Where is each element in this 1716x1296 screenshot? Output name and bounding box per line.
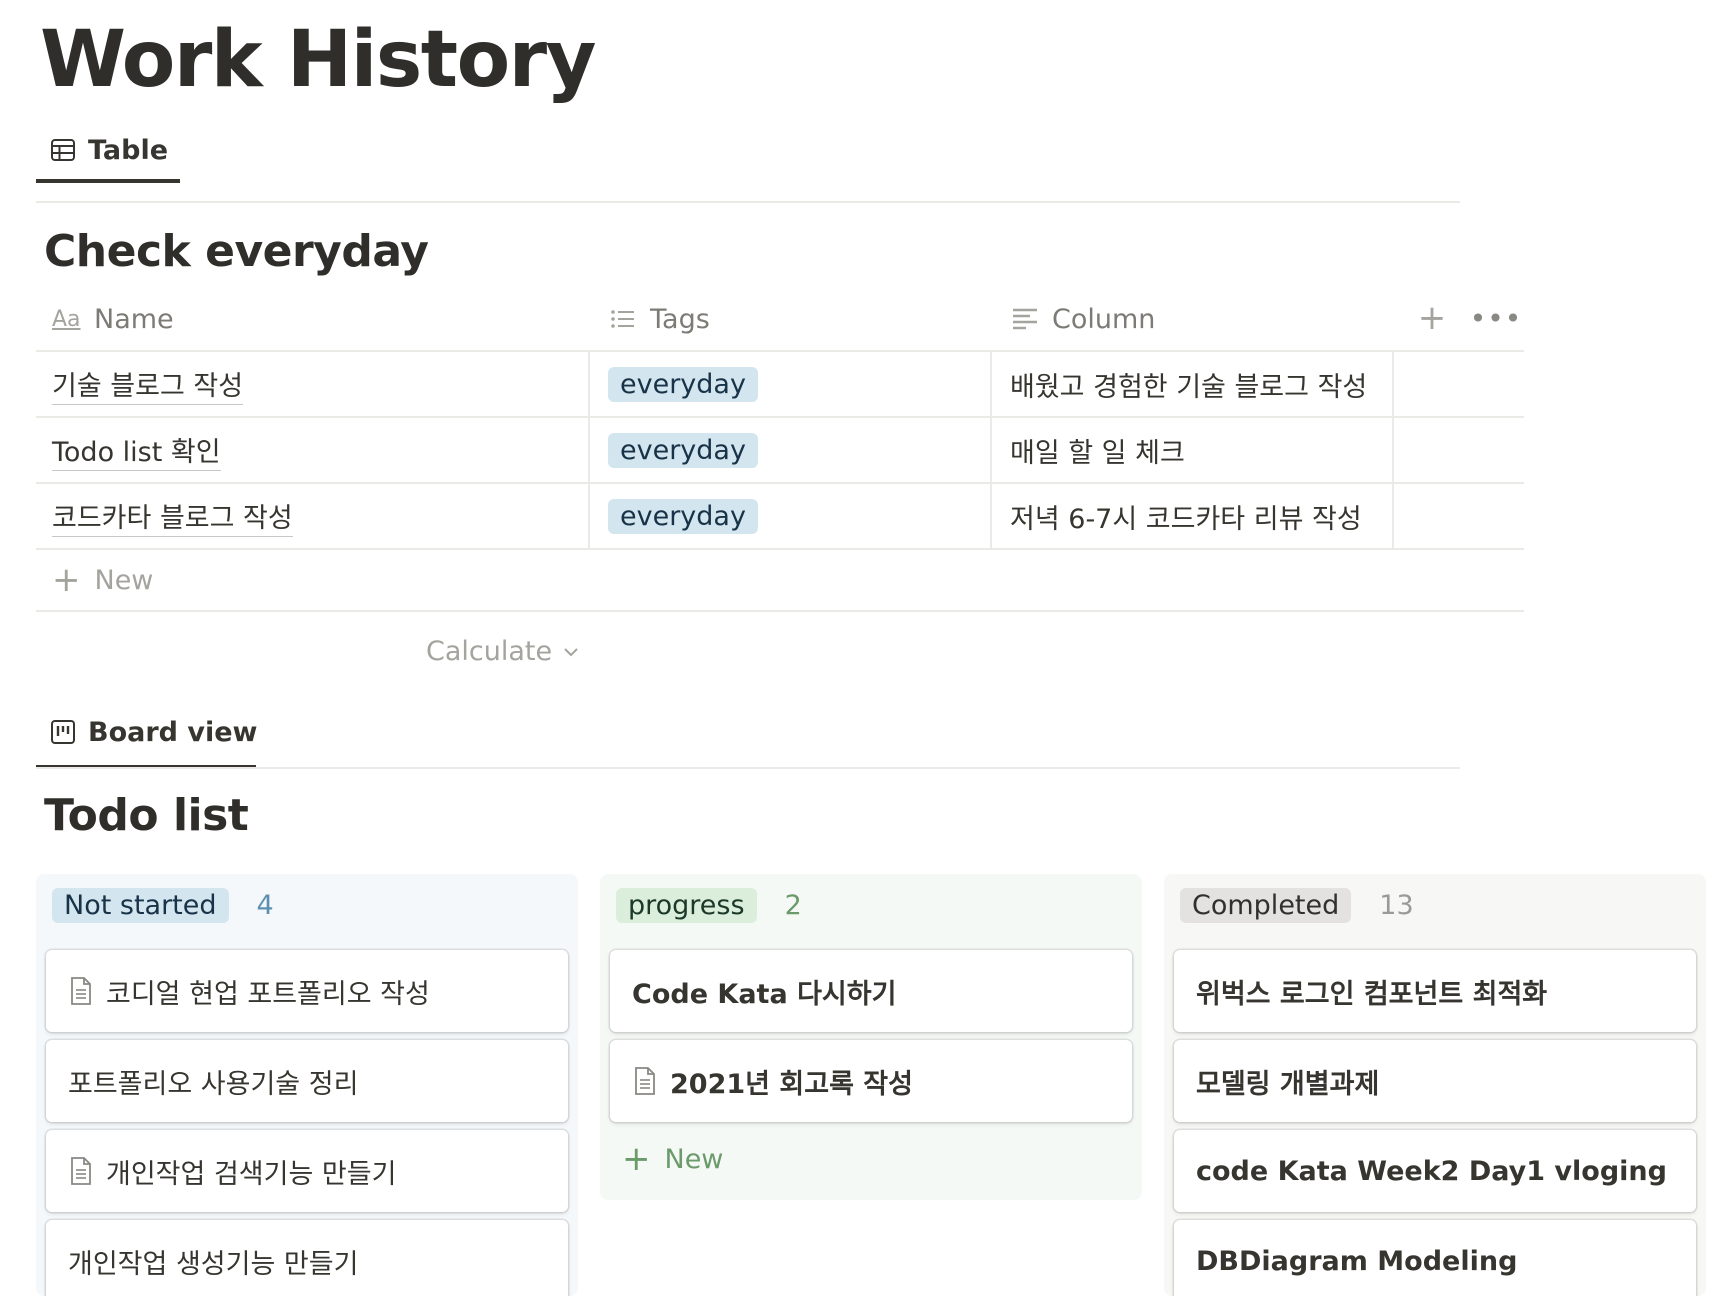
- column-header-name[interactable]: Aa Name: [52, 286, 174, 352]
- chevron-down-icon: [564, 647, 578, 656]
- status-label: Not started: [52, 888, 229, 923]
- card-title: 위벅스 로그인 컴포넌트 최적화: [1196, 978, 1548, 1010]
- row-name-text: Todo list 확인: [52, 430, 221, 471]
- row-name-text: 코드카타 블로그 작성: [52, 496, 293, 537]
- card-title: code Kata Week2 Day1 vloging: [1196, 1155, 1667, 1187]
- board-card[interactable]: 위벅스 로그인 컴포넌트 최적화: [1174, 950, 1696, 1032]
- card-title: 개인작업 생성기능 만들기: [68, 1248, 359, 1280]
- column-header-tags[interactable]: Tags: [608, 286, 710, 352]
- tab-board-view[interactable]: Board view: [36, 702, 272, 762]
- card-title: DBDiagram Modeling: [1196, 1245, 1518, 1277]
- cell-column[interactable]: 매일 할 일 체크: [994, 418, 1394, 482]
- board-card[interactable]: Code Kata 다시하기: [610, 950, 1132, 1032]
- document-icon: [635, 1067, 655, 1095]
- table-header: Aa Name Tags Column + •••: [36, 286, 1524, 352]
- tab-table-label: Table: [88, 134, 169, 166]
- status-label: progress: [616, 888, 757, 923]
- board-card[interactable]: 개인작업 생성기능 만들기: [46, 1220, 568, 1296]
- cell-tags[interactable]: everyday: [592, 352, 992, 416]
- add-property-icon[interactable]: +: [1412, 298, 1452, 338]
- cell-name[interactable]: 기술 블로그 작성: [36, 352, 590, 416]
- card-title: 모델링 개별과제: [1196, 1068, 1380, 1100]
- column-header[interactable]: Not started 4: [52, 888, 274, 923]
- new-row-button[interactable]: + New: [36, 550, 1524, 612]
- new-card-label: New: [664, 1143, 724, 1175]
- table-icon: [51, 139, 75, 161]
- page-title: Work History: [40, 15, 596, 105]
- board-card[interactable]: 모델링 개별과제: [1174, 1040, 1696, 1122]
- column-header-name-label: Name: [94, 303, 174, 335]
- board-card[interactable]: 포트폴리오 사용기술 정리: [46, 1040, 568, 1122]
- board-column-completed: Completed 13 위벅스 로그인 컴포넌트 최적화 모델링 개별과제 c…: [1164, 874, 1706, 1296]
- more-options-icon[interactable]: •••: [1470, 298, 1522, 338]
- board-card[interactable]: code Kata Week2 Day1 vloging: [1174, 1130, 1696, 1212]
- card-title: 개인작업 검색기능 만들기: [106, 1158, 397, 1190]
- plus-icon: +: [622, 1139, 651, 1179]
- card-title: 2021년 회고록 작성: [670, 1068, 913, 1100]
- view-divider: [36, 767, 1460, 769]
- table-view-title: Check everyday: [44, 226, 429, 277]
- tag-badge: everyday: [608, 366, 758, 402]
- tag-badge: everyday: [608, 432, 758, 468]
- plus-icon: +: [52, 560, 81, 600]
- column-header-column-label: Column: [1052, 303, 1156, 335]
- board-card[interactable]: DBDiagram Modeling: [1174, 1220, 1696, 1296]
- status-label: Completed: [1180, 888, 1352, 923]
- table-row[interactable]: Todo list 확인 everyday 매일 할 일 체크: [36, 418, 1524, 484]
- cell-column[interactable]: 저녁 6-7시 코드카타 리뷰 작성: [994, 484, 1394, 548]
- column-header[interactable]: progress 2: [616, 888, 802, 923]
- table-row[interactable]: 코드카타 블로그 작성 everyday 저녁 6-7시 코드카타 리뷰 작성: [36, 484, 1524, 550]
- column-header-tags-label: Tags: [650, 303, 710, 335]
- card-title: 포트폴리오 사용기술 정리: [68, 1068, 359, 1100]
- column-header-column[interactable]: Column: [1010, 286, 1155, 352]
- cell-tags[interactable]: everyday: [592, 484, 992, 548]
- view-divider: [36, 201, 1460, 203]
- list-icon: [611, 310, 634, 328]
- tab-table-underline: [36, 179, 180, 183]
- document-icon: [71, 977, 91, 1005]
- document-icon: [71, 1157, 91, 1185]
- board-view-title: Todo list: [44, 790, 249, 841]
- cell-tags[interactable]: everyday: [592, 418, 992, 482]
- row-name-text: 기술 블로그 작성: [52, 364, 244, 405]
- board-card[interactable]: 2021년 회고록 작성: [610, 1040, 1132, 1122]
- board-column-not-started: Not started 4 코디얼 현업 포트폴리오 작성 포트폴리오 사용기술…: [36, 874, 578, 1296]
- card-count: 2: [784, 890, 802, 921]
- text-lines-icon: [1013, 308, 1037, 330]
- cell-name[interactable]: Todo list 확인: [36, 418, 590, 482]
- board-card[interactable]: 개인작업 검색기능 만들기: [46, 1130, 568, 1212]
- board-icon: [51, 720, 75, 744]
- tab-board-view-label: Board view: [88, 716, 258, 748]
- cell-column[interactable]: 배웠고 경험한 기술 블로그 작성: [994, 352, 1394, 416]
- board-card[interactable]: 코디얼 현업 포트폴리오 작성: [46, 950, 568, 1032]
- tab-table[interactable]: Table: [36, 120, 182, 180]
- text-type-icon: Aa: [52, 306, 81, 332]
- card-title: 코디얼 현업 포트폴리오 작성: [106, 978, 430, 1010]
- new-card-button[interactable]: + New: [622, 1142, 723, 1176]
- new-row-label: New: [94, 564, 154, 596]
- card-title: Code Kata 다시하기: [632, 978, 897, 1010]
- board-column-progress: progress 2 Code Kata 다시하기 2021년 회고록 작성 +…: [600, 874, 1142, 1200]
- calculate-button[interactable]: Calculate: [426, 636, 580, 667]
- database-table: Aa Name Tags Column + ••• 기술 블로그 작성 ever…: [36, 286, 1524, 612]
- cell-name[interactable]: 코드카타 블로그 작성: [36, 484, 590, 548]
- table-row[interactable]: 기술 블로그 작성 everyday 배웠고 경험한 기술 블로그 작성: [36, 352, 1524, 418]
- card-count: 13: [1379, 890, 1414, 921]
- column-header[interactable]: Completed 13: [1180, 888, 1414, 923]
- card-count: 4: [256, 890, 274, 921]
- tag-badge: everyday: [608, 498, 758, 534]
- calculate-label: Calculate: [426, 636, 553, 667]
